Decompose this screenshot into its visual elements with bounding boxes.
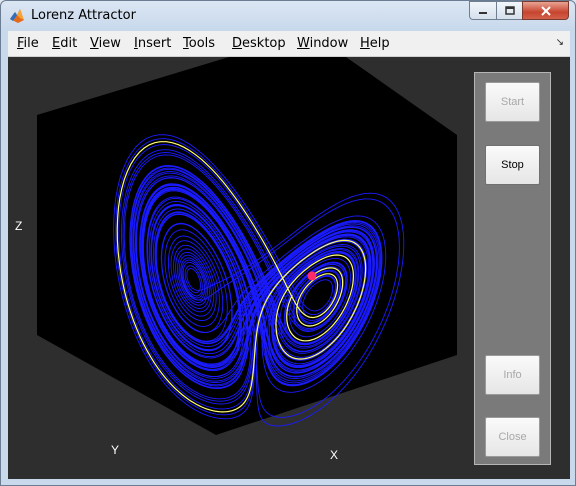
control-panel: Start Stop Info Close bbox=[474, 72, 551, 465]
menu-desktop[interactable]: Desktop bbox=[232, 36, 286, 51]
menu-edit[interactable]: Edit bbox=[52, 36, 77, 51]
menu-help[interactable]: Help bbox=[360, 36, 390, 51]
menu-file[interactable]: File bbox=[17, 36, 39, 51]
menu-bar: File Edit View Insert Tools Desktop Wind… bbox=[8, 31, 570, 57]
menu-insert[interactable]: Insert bbox=[134, 36, 171, 51]
y-axis-label: Y bbox=[111, 443, 120, 457]
x-axis-label: X bbox=[330, 448, 339, 462]
stop-button[interactable]: Stop bbox=[485, 145, 540, 185]
window-title: Lorenz Attractor bbox=[31, 8, 136, 23]
info-button[interactable]: Info bbox=[485, 355, 540, 395]
menu-window[interactable]: Window bbox=[297, 36, 348, 51]
start-button[interactable]: Start bbox=[485, 82, 540, 122]
figure-window: Lorenz Attractor File Edit View Insert T… bbox=[0, 0, 576, 486]
close-button[interactable]: Close bbox=[485, 417, 540, 457]
title-bar[interactable]: Lorenz Attractor bbox=[1, 1, 575, 31]
maximize-button[interactable] bbox=[496, 1, 522, 20]
minimize-icon bbox=[479, 11, 487, 14]
z-axis-label: Z bbox=[15, 219, 23, 233]
figure-canvas: Z Y X Start Stop Info Close bbox=[8, 57, 570, 479]
maximize-icon bbox=[504, 5, 515, 15]
menu-tools[interactable]: Tools bbox=[183, 36, 215, 51]
current-point-marker bbox=[307, 271, 317, 281]
menu-view[interactable]: View bbox=[90, 36, 121, 51]
minimize-button[interactable] bbox=[469, 1, 496, 20]
dock-arrow-icon[interactable]: ↘ bbox=[556, 37, 564, 48]
close-icon bbox=[540, 5, 551, 16]
close-window-button[interactable] bbox=[522, 1, 569, 20]
matlab-membrane-icon bbox=[10, 9, 24, 23]
